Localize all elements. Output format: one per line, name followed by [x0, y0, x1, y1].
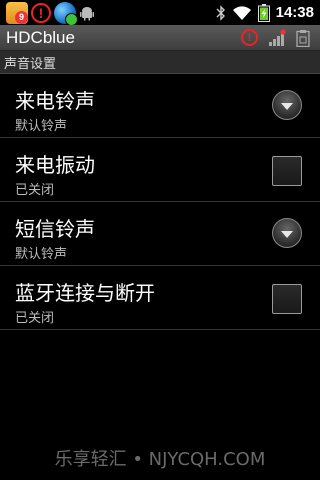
wifi-icon: [232, 5, 251, 20]
status-bar: 9 ! 14:38: [0, 0, 320, 26]
section-header-label: 声音设置: [4, 56, 57, 72]
setting-summary: 已关闭: [15, 183, 55, 198]
setting-title: 短信铃声: [15, 217, 95, 241]
setting-title: 来电振动: [15, 153, 95, 177]
status-bar-notifications: 9 !: [0, 1, 95, 26]
setting-bluetooth-connect[interactable]: 蓝牙连接与断开 已关闭: [0, 266, 320, 330]
battery-charging-icon: [257, 3, 270, 22]
android-debug-icon: [80, 6, 94, 20]
app-notification-icon: 9: [6, 1, 28, 24]
dropdown-arrow-icon[interactable]: [272, 90, 302, 120]
setting-title: 蓝牙连接与断开: [15, 281, 155, 305]
signal-icon[interactable]: [268, 28, 286, 47]
setting-ringtone[interactable]: 来电铃声 默认铃声: [0, 74, 320, 138]
dropdown-arrow-icon[interactable]: [272, 218, 302, 248]
warning-icon: !: [31, 2, 51, 23]
setting-summary: 已关闭: [15, 311, 55, 326]
status-time: 14:38: [275, 4, 314, 21]
watermark: 乐享轻汇 • NJYCQH.COM: [54, 449, 266, 470]
alert-icon[interactable]: !: [241, 29, 258, 46]
download-globe-icon: [54, 1, 78, 26]
call-vibrate-checkbox[interactable]: [272, 156, 302, 186]
setting-call-vibrate[interactable]: 来电振动 已关闭: [0, 138, 320, 202]
setting-title: 来电铃声: [15, 89, 95, 113]
title-bar: HDCblue !: [0, 25, 320, 51]
clipboard-icon[interactable]: [296, 29, 310, 47]
bluetooth-icon: [216, 4, 225, 21]
settings-list: 来电铃声 默认铃声 来电振动 已关闭 短信铃声 默认铃声 蓝牙连接与断开 已关闭: [0, 74, 320, 330]
section-header: 声音设置: [0, 51, 320, 74]
bluetooth-connect-checkbox[interactable]: [272, 284, 302, 314]
setting-summary: 默认铃声: [15, 247, 68, 262]
setting-sms-ringtone[interactable]: 短信铃声 默认铃声: [0, 202, 320, 266]
title-bar-icons: !: [241, 28, 320, 47]
notification-count: 9: [15, 10, 28, 24]
status-bar-system: 14:38: [216, 3, 320, 22]
setting-summary: 默认铃声: [15, 119, 68, 134]
app-title: HDCblue: [6, 27, 75, 47]
